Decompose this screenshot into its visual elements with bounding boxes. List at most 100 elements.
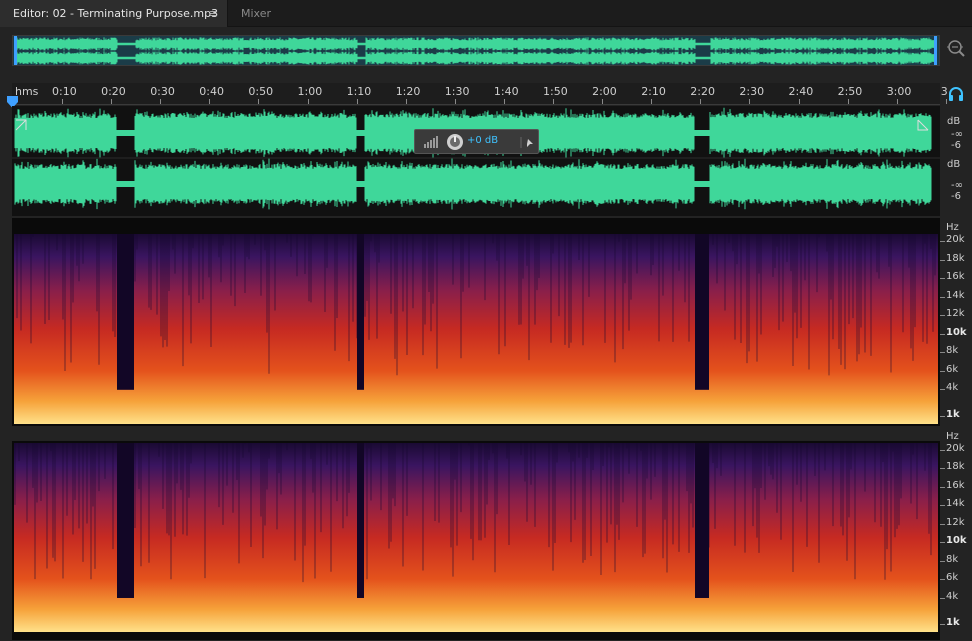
hz-label: 18k: [946, 461, 965, 473]
waveform-channel-2: [14, 158, 932, 210]
ruler-tick-mark: [798, 99, 800, 104]
ruler-tick-mark: [602, 99, 604, 104]
hz-label: 6k: [946, 363, 959, 375]
hz-label: 1k: [946, 617, 960, 628]
spectrogram-channel-2: [14, 443, 938, 632]
hz-label: 14k: [946, 289, 965, 301]
hz-label: 18k: [946, 252, 965, 264]
hz-tick: [940, 450, 945, 451]
db-inf-ch2: -∞: [951, 180, 963, 191]
ruler-tick-mark: [405, 99, 407, 104]
playhead-marker[interactable]: [7, 93, 18, 108]
hz-tick: [940, 370, 945, 372]
hz-tick: [940, 389, 945, 391]
spectrogram: [12, 218, 940, 632]
waveform-display[interactable]: [12, 106, 940, 216]
spectrogram-silence: [117, 443, 134, 598]
hz-label: 1k: [946, 409, 960, 420]
panel-splitter-handle[interactable]: [500, 212, 524, 226]
hz-label: 10k: [946, 326, 967, 338]
hz-tick: [940, 352, 945, 354]
volume-knob-icon: [447, 134, 463, 150]
ruler-tick-mark: [700, 99, 702, 104]
hz-unit-ch2: Hz: [946, 431, 959, 442]
hz-tick: [940, 579, 945, 581]
hz-tick: [940, 597, 945, 599]
hz-tick: [940, 416, 945, 417]
ruler-tick-mark: [503, 99, 505, 104]
ruler-tick-mark: [847, 99, 849, 104]
tab-menu-icon[interactable]: ≡: [209, 0, 218, 27]
tab-mixer[interactable]: Mixer: [229, 0, 289, 27]
hz-tick: [940, 624, 945, 625]
overview-handle-left: [14, 36, 17, 65]
db-label-ch2: dB: [947, 159, 961, 170]
headphones-icon[interactable]: [948, 86, 964, 101]
hz-label: 16k: [946, 271, 965, 283]
spectrogram-silence: [695, 443, 709, 598]
hz-label: 8k: [946, 553, 959, 565]
ruler-tick-label: 2:10: [641, 85, 666, 98]
ruler-tick-label: 1:00: [297, 85, 323, 98]
hud-volume-control[interactable]: +0 dB: [414, 129, 539, 154]
hz-label: 12k: [946, 308, 965, 320]
spectrogram-top: [12, 218, 940, 234]
hz-label: 6k: [946, 572, 959, 584]
ruler-tick-mark: [896, 99, 898, 104]
ruler-tick-label: 1:20: [395, 85, 421, 98]
hz-tick: [940, 523, 945, 525]
ruler-tick-mark: [111, 99, 113, 104]
hz-label: 14k: [946, 498, 965, 510]
ruler-tick-mark: [62, 99, 63, 104]
db-minus6-ch1: -6: [951, 140, 961, 151]
spectrogram-divider: [12, 426, 940, 441]
ruler-tick-label: 2:00: [592, 85, 617, 98]
hz-tick: [940, 333, 945, 335]
hz-tick: [940, 278, 945, 280]
hz-tick: [940, 296, 945, 298]
overview-handle-right: [934, 36, 937, 65]
hz-label: 16k: [946, 479, 965, 491]
hz-tick: [940, 560, 945, 562]
waveform-channels: [12, 107, 940, 210]
spectral-frequency-display[interactable]: [12, 218, 940, 640]
overview-waveform: [13, 36, 939, 65]
ruler-tick-mark: [160, 99, 162, 104]
hz-label: 12k: [946, 516, 965, 528]
level-meter-icon: [424, 136, 438, 148]
ruler-tick-mark: [749, 99, 751, 104]
ruler-tick-mark: [454, 99, 456, 104]
ruler-tick-mark: [356, 99, 358, 104]
overview-navigator[interactable]: [12, 35, 940, 66]
time-ruler[interactable]: hms 0:10 0:20 0:30 0:40 0:50 1:00 1:10 1:20 1:30…: [12, 83, 948, 105]
tab-bar: Editor: 02 - Terminating Purpose.mp3 ≡ M…: [0, 0, 972, 27]
hz-tick: [940, 468, 945, 470]
hz-label: 4k: [946, 382, 959, 394]
tab-mixer-label: Mixer: [241, 7, 272, 20]
tab-editor-label: Editor: 02 - Terminating Purpose.mp3: [13, 7, 219, 20]
hz-label: 10k: [946, 535, 967, 547]
hz-unit-ch1: Hz: [946, 222, 959, 233]
hz-tick: [940, 315, 945, 317]
hz-label: 4k: [946, 590, 959, 602]
hz-tick: [940, 259, 945, 261]
ruler-tick-label: 1:50: [543, 85, 568, 98]
ruler-tick-mark: [209, 99, 211, 104]
hz-label: 8k: [946, 345, 959, 357]
ruler-tick-label: 3: [940, 85, 948, 98]
spectrogram-channel-1: [14, 234, 938, 424]
tab-editor[interactable]: Editor: 02 - Terminating Purpose.mp3 ≡: [0, 0, 228, 27]
ruler-tick-mark: [651, 99, 653, 104]
ruler-tick-mark: [553, 99, 554, 104]
hz-tick: [940, 486, 945, 488]
ruler-tick-label: 0:40: [199, 85, 224, 98]
hz-tick: [940, 241, 945, 242]
pin-icon: [520, 137, 533, 148]
db-label-ch1: dB: [947, 116, 961, 127]
hz-label: 20k: [946, 234, 965, 245]
spectrogram-silence: [357, 234, 364, 390]
ruler-tick-mark: [258, 99, 260, 104]
hz-tick: [940, 542, 945, 544]
zoom-magnifier-icon[interactable]: [945, 37, 967, 59]
ruler-tick-label: 2:20: [690, 85, 715, 98]
